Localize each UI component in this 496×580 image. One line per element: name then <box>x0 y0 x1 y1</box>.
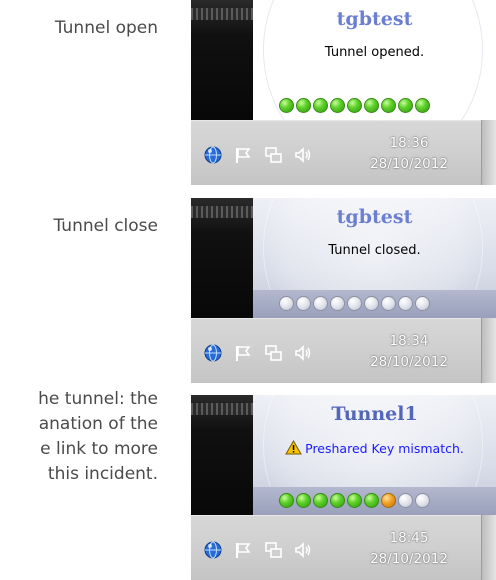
taskbar: 18:34 28/10/2012 <box>191 318 496 383</box>
clock[interactable]: 18:45 28/10/2012 <box>359 528 459 570</box>
show-desktop-button[interactable] <box>481 318 496 383</box>
status-dot-grey <box>330 296 345 311</box>
caption-line: this incident. <box>47 464 158 484</box>
status-dot-grey <box>398 296 413 311</box>
status-dots <box>279 296 430 311</box>
status-dots <box>279 493 430 508</box>
status-dot-green <box>330 98 345 113</box>
flag-icon[interactable] <box>233 540 253 560</box>
notification-screenshot-open: tgbtest Tunnel opened. 18:36 28/10/2012 <box>191 0 496 185</box>
system-tray <box>203 145 313 165</box>
notification-balloon[interactable]: tgbtest Tunnel closed. <box>253 198 496 318</box>
clock[interactable]: 18:36 28/10/2012 <box>359 133 459 175</box>
status-dot-grey <box>279 296 294 311</box>
clock-date: 28/10/2012 <box>370 551 448 567</box>
notification-message-text: Preshared Key mismatch. <box>305 441 464 456</box>
status-dot-orange <box>381 493 396 508</box>
clock-time: 18:34 <box>389 333 429 349</box>
status-dot-grey <box>415 493 430 508</box>
notification-message: Tunnel closed. <box>328 243 421 258</box>
notification-screenshot-error: Tunnel1 Preshared Key mismatch. 18:45 28… <box>191 395 496 580</box>
desktop-background <box>191 395 253 515</box>
status-dot-green <box>364 98 379 113</box>
notification-title: Tunnel1 <box>331 403 418 425</box>
status-dot-grey <box>364 296 379 311</box>
network-icon[interactable] <box>263 540 283 560</box>
taskbar: 18:45 28/10/2012 <box>191 515 496 580</box>
warning-icon <box>285 439 302 458</box>
status-dot-green <box>347 493 362 508</box>
speaker-icon[interactable] <box>293 540 313 560</box>
status-dots-bar <box>253 92 496 120</box>
status-dot-green <box>313 493 328 508</box>
clock-date: 28/10/2012 <box>370 156 448 172</box>
status-dot-green <box>347 98 362 113</box>
speaker-icon[interactable] <box>293 343 313 363</box>
status-dot-grey <box>398 493 413 508</box>
notification-balloon[interactable]: Tunnel1 Preshared Key mismatch. <box>253 395 496 515</box>
status-dot-grey <box>313 296 328 311</box>
network-icon[interactable] <box>263 145 283 165</box>
notification-title: tgbtest <box>336 206 413 228</box>
desktop-background <box>191 0 253 120</box>
status-dot-grey <box>347 296 362 311</box>
caption-tunnel-close: Tunnel close <box>54 214 159 239</box>
status-dots-bar <box>253 290 496 318</box>
caption-line: he tunnel: the <box>38 389 158 409</box>
desktop-background <box>191 198 253 318</box>
caption-line: anation of the <box>38 414 158 434</box>
status-dots <box>279 98 430 113</box>
notification-message: Tunnel opened. <box>324 45 425 60</box>
status-dots-bar <box>253 487 496 515</box>
vpn-globe-icon[interactable] <box>203 540 223 560</box>
status-dot-green <box>313 98 328 113</box>
system-tray <box>203 343 313 363</box>
status-dot-grey <box>415 296 430 311</box>
status-dot-green <box>330 493 345 508</box>
vpn-globe-icon[interactable] <box>203 343 223 363</box>
notification-message[interactable]: Preshared Key mismatch. <box>253 439 496 458</box>
caption-line: Tunnel close <box>53 216 159 236</box>
speaker-icon[interactable] <box>293 145 313 165</box>
flag-icon[interactable] <box>233 343 253 363</box>
status-dot-green <box>279 493 294 508</box>
notification-title: tgbtest <box>336 8 413 30</box>
vpn-globe-icon[interactable] <box>203 145 223 165</box>
clock-date: 28/10/2012 <box>370 354 448 370</box>
notification-balloon[interactable]: tgbtest Tunnel opened. <box>253 0 496 120</box>
show-desktop-button[interactable] <box>481 120 496 185</box>
network-icon[interactable] <box>263 343 283 363</box>
status-dot-green <box>381 98 396 113</box>
status-dot-green <box>296 98 311 113</box>
status-dot-green <box>296 493 311 508</box>
taskbar: 18:36 28/10/2012 <box>191 120 496 185</box>
caption-tunnel-error: he tunnel: the anation of the e link to … <box>38 387 158 487</box>
caption-tunnel-open: Tunnel open <box>55 16 158 41</box>
clock[interactable]: 18:34 28/10/2012 <box>359 331 459 373</box>
flag-icon[interactable] <box>233 145 253 165</box>
system-tray <box>203 540 313 560</box>
notification-screenshot-close: tgbtest Tunnel closed. 18:34 28/10/2012 <box>191 198 496 383</box>
status-dot-grey <box>296 296 311 311</box>
clock-time: 18:36 <box>389 135 429 151</box>
clock-time: 18:45 <box>389 530 429 546</box>
caption-line: e link to more <box>40 439 158 459</box>
status-dot-grey <box>381 296 396 311</box>
status-dot-green <box>398 98 413 113</box>
show-desktop-button[interactable] <box>481 515 496 580</box>
status-dot-green <box>279 98 294 113</box>
status-dot-green <box>415 98 430 113</box>
caption-line: Tunnel open <box>54 18 158 38</box>
status-dot-green <box>364 493 379 508</box>
